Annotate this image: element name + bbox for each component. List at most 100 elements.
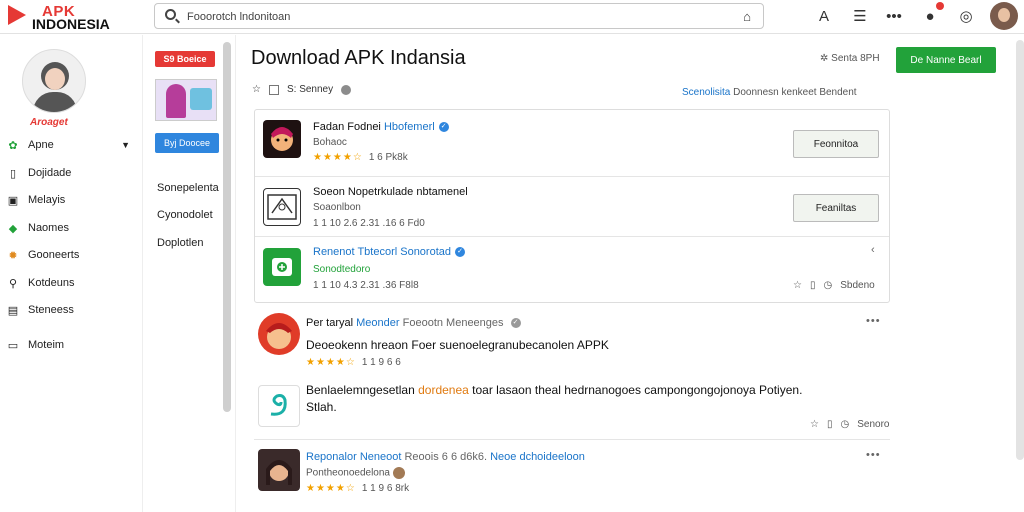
clock-icon[interactable]: ◷ [823,280,832,291]
shield-icon[interactable]: ◎ [956,7,976,27]
trash-icon[interactable]: ▯ [810,280,816,291]
sidebar-item-melayis[interactable]: ▣ Melayis [6,190,136,210]
verified-icon: ✓ [510,318,521,329]
leaf-icon: ◆ [8,222,18,235]
chevron-down-icon[interactable]: ▼ [121,140,130,150]
share-link[interactable]: ✲ Senta 8PH [820,53,880,64]
notification-badge [936,2,944,10]
lock-icon[interactable]: ⌂ [743,9,751,24]
panel-link[interactable]: Sonepelenta [157,182,219,194]
star-icon[interactable]: ☆ [793,280,802,291]
app-card[interactable]: Fadan Fodnei Hbofemerl ✓ Bohaoc ★★★★☆ 1 6 … [255,110,889,177]
page-scrollbar[interactable] [1016,40,1024,460]
sidebar-item-dojidade[interactable]: ▯ Dojidade [6,163,136,183]
main-content: Download APK Indansia ✲ Senta 8PH De Nan… [238,35,1008,512]
sidebar-item-steneess[interactable]: ▤ Steneess [6,300,136,320]
app-list: Fadan Fodnei Hbofemerl ✓ Bohaoc ★★★★☆ 1 6 … [254,109,890,303]
app-title[interactable]: Fadan Fodnei Hbofemerl ✓ [313,121,449,133]
search-icon: ⚲ [8,277,18,290]
sidebar-item-label: Apne [28,139,54,151]
app-action-button[interactable]: Feaniltas [793,194,879,222]
sidebar-item-apne[interactable]: ✿ Apne ▼ [6,135,136,155]
sidebar-item-label: Steneess [28,304,74,316]
panel-thumbnail[interactable] [155,79,217,121]
more-icon[interactable]: ••• [866,315,881,327]
reviewer-avatar[interactable] [258,385,300,427]
meta-label: Sbdeno [840,280,875,291]
rating-stars: ★★★★☆ [306,483,356,494]
app-icon[interactable] [263,188,301,226]
site-logo[interactable]: APK INDONESIA [8,3,138,32]
panel-scrollbar[interactable] [223,42,231,412]
gear-icon: ✿ [8,139,18,152]
reviewer-avatar[interactable] [258,313,300,355]
app-icon[interactable] [263,120,301,158]
info-icon[interactable] [341,84,352,95]
left-sidebar: Aroaget ✿ Apne ▼ ▯ Dojidade ▣ Melayis ◆ … [0,35,140,512]
sidebar-item-naomes[interactable]: ◆ Naomes [6,218,136,238]
clock-icon[interactable]: ◷ [840,419,849,430]
review-item: Reponalor Neneoot Reoois 6 6 d6k6. Neoe … [254,445,890,505]
more-icon[interactable]: ••• [866,449,881,461]
verified-icon: ✓ [455,247,465,258]
star-icon[interactable]: ☆ [810,419,819,430]
download-button[interactable]: De Nanne Bearl [896,47,996,73]
rating-count: 1 1 9 6 6 [361,357,401,368]
app-icon[interactable] [263,248,301,286]
reviewer-avatar[interactable] [258,449,300,491]
font-icon[interactable]: A [814,7,834,27]
review-text-continued: Stlah. [306,400,337,414]
list-icon: ▤ [7,304,19,317]
filter-label[interactable]: S: Senney [287,84,333,95]
app-title[interactable]: Soeon Nopetrkulade nbtamenel [313,186,468,198]
sidebar-item-label: Melayis [28,194,66,206]
review-rating: ★★★★☆ 1 1 9 6 6 [306,357,401,368]
panel-link[interactable]: Cyonodolet [157,209,213,221]
review-actions: ☆ ▯ ◷ Senoro [810,419,889,430]
app-subtitle: Bohaoc [313,137,347,148]
share-label: Senta 8PH [831,53,880,64]
notification-icon[interactable]: ● [920,7,940,27]
sidebar-item-label: Moteim [28,339,65,351]
app-meta: 1 1 10 4.3 2.31 .36 F8l8 [313,280,419,291]
sidebar-item-gooneerts[interactable]: ✹ Gooneerts [6,245,136,265]
trash-icon[interactable]: ▯ [827,419,833,430]
verified-icon: ✓ [438,122,449,133]
sort-options[interactable]: Scenolisita Doonnesn kenkeet Bendent [682,87,857,98]
app-card[interactable]: Renenot Tbtecorl Sonorotad ✓ Sonodtedoro … [255,238,889,302]
app-title[interactable]: Renenot Tbtecorl Sonorotad ✓ [313,246,465,258]
panel-button[interactable]: Byj Doocee [155,133,219,153]
star-icon[interactable]: ☆ [252,84,261,95]
app-subtitle: Sonodtedoro [313,264,371,275]
panel-link[interactable]: Doplotlen [157,237,203,249]
app-card[interactable]: Soeon Nopetrkulade nbtamenel Soaonlbon 1… [255,178,889,237]
logo-text-bottom: INDONESIA [32,16,110,32]
search-bar[interactable]: ⌂ [154,3,764,29]
reviewer-name[interactable]: Per taryal Meonder Foeootn Meneenges ✓ [306,317,521,329]
app-action-button[interactable]: Feonnitoa [793,130,879,158]
image-icon: ▣ [7,194,19,207]
app-actions: ☆ ▯ ◷ Sbdeno [793,280,875,291]
search-input[interactable] [187,8,707,25]
sidebar-item-kotdeuns[interactable]: ⚲ Kotdeuns [6,273,136,293]
user-avatar[interactable] [990,2,1018,30]
review-text: Deoeokenn hreaon Foer suenoelegranubecan… [306,338,609,352]
reviewer-name[interactable]: Reponalor Neneoot Reoois 6 6 d6k6. Neoe … [306,451,585,463]
play-logo-icon [8,5,26,25]
sidebar-item-moteim[interactable]: ▭ Moteim [6,335,136,355]
review-text: Benlaelemngesetlan dordenea toar lasaon … [306,383,803,397]
more-icon[interactable]: ••• [884,7,904,27]
review-item: Benlaelemngesetlan dordenea toar lasaon … [254,377,890,437]
panel-badge[interactable]: S9 Boeice [155,51,215,67]
sidebar-item-label: Dojidade [28,167,72,179]
small-avatar[interactable] [392,467,405,479]
app-rating: ★★★★☆ 1 6 Pk8k [313,152,408,163]
rating-stars: ★★★★☆ [313,152,363,163]
review-subtitle: Pontheonoedelona [306,467,405,479]
divider [254,439,890,440]
profile-avatar[interactable] [22,49,86,113]
checkbox-icon[interactable] [268,84,279,95]
chevron-icon[interactable]: ‹ [871,244,876,256]
menu-icon[interactable]: ☰ [850,7,870,27]
sort-active[interactable]: Scenolisita [682,87,730,98]
